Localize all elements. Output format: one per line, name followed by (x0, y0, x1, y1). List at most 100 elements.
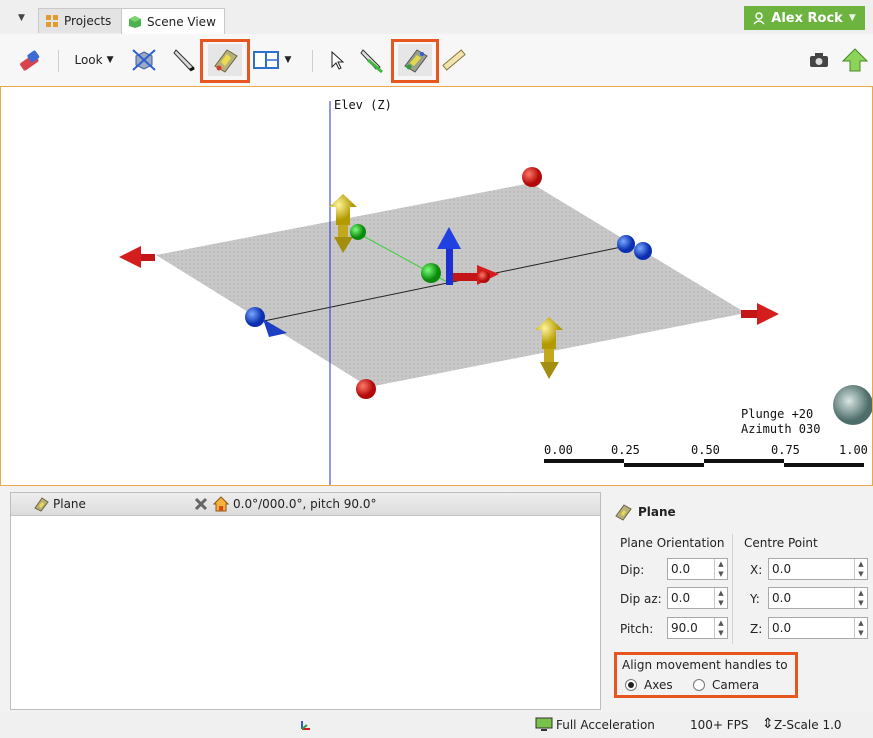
split-view-icon (252, 51, 279, 69)
scene-object-row[interactable]: Plane 0.0°/000.0°, pitch 90.0° (11, 493, 600, 516)
x-value: 0.0 (772, 562, 792, 576)
scene-objects-panel: Plane 0.0°/000.0°, pitch 90.0° (10, 492, 601, 710)
ruler-button[interactable] (438, 44, 468, 76)
tab-projects[interactable]: Projects (38, 8, 124, 33)
toolbar-separator (58, 50, 59, 72)
tab-menu-chevron-icon[interactable]: ▼ (18, 13, 25, 23)
dip-az-input[interactable]: 0.0 ▲ ▼ (667, 587, 728, 609)
plane-handle-button[interactable] (398, 44, 432, 76)
dip-input[interactable]: 0.0 ▲ ▼ (667, 558, 728, 580)
x-input[interactable]: 0.0 ▲ ▼ (768, 558, 868, 580)
z-value: 0.0 (772, 621, 792, 635)
scene-canvas[interactable]: Elev (Z) Plunge +20 Azimuth 030 0.00 0.2… (1, 87, 872, 485)
pointer-icon (331, 50, 345, 70)
centre-heading: Centre Point (744, 536, 818, 550)
toolbar: Look ▼ ▼ (0, 34, 873, 87)
align-label: Align movement handles to (622, 658, 788, 672)
look-dropdown[interactable]: Look ▼ (68, 44, 120, 76)
scale-label: 0.25 (611, 443, 640, 457)
plunge-text: Plunge +20 (741, 407, 813, 421)
plane-move-button[interactable] (208, 44, 242, 76)
status-bar: Full Acceleration 100+ FPS ⇕ Z-Scale 1.0 (0, 712, 873, 738)
scene-cube-icon (129, 15, 141, 28)
tab-scene-view[interactable]: Scene View (121, 8, 225, 34)
slice-knife-icon (173, 49, 195, 72)
look-chevron-icon: ▼ (106, 55, 114, 65)
user-menu-button[interactable]: Alex Rock ▼ (744, 6, 865, 30)
plane-object-icon (34, 497, 49, 512)
orientation-heading: Plane Orientation (620, 536, 725, 550)
object-orientation-text: 0.0°/000.0°, pitch 90.0° (233, 497, 377, 511)
scale-label: 0.00 (544, 443, 573, 457)
z-stepper-icon[interactable]: ▲ ▼ (854, 618, 867, 638)
pitch-value: 90.0 (671, 621, 698, 635)
tab-scene-view-label: Scene View (147, 14, 216, 29)
y-value: 0.0 (772, 591, 792, 605)
zscale-status[interactable]: Z-Scale 1.0 (774, 718, 842, 732)
look-label: Look (74, 53, 103, 67)
align-handles-group: Align movement handles to Axes Camera (614, 652, 798, 698)
acceleration-status: Full Acceleration (556, 718, 655, 732)
axes-indicator-icon (301, 721, 310, 730)
camera-icon (810, 53, 828, 67)
home-icon[interactable] (213, 496, 229, 512)
width-arrow-right[interactable] (741, 303, 779, 325)
scale-label: 0.75 (771, 443, 800, 457)
draw-line-button[interactable] (356, 44, 388, 76)
axes-radio[interactable] (625, 679, 637, 691)
split-view-chevron-icon: ▼ (284, 55, 292, 65)
screenshot-button[interactable] (806, 44, 832, 76)
plane-handle-icon (404, 49, 428, 73)
monitor-icon (535, 717, 553, 731)
dip-az-stepper-icon[interactable]: ▲ ▼ (714, 588, 727, 608)
corner-handle[interactable] (522, 167, 542, 187)
remove-x-icon[interactable] (194, 497, 208, 511)
dip-handle[interactable] (350, 224, 366, 240)
dip-az-value: 0.0 (671, 591, 691, 605)
upload-arrow-icon (842, 48, 868, 72)
camera-option-label: Camera (712, 678, 760, 692)
axes-option-label: Axes (644, 678, 673, 692)
x-label: X: (750, 563, 763, 577)
scale-bar: 0.00 0.25 0.50 0.75 1.00 (544, 443, 868, 467)
plane-icon (615, 504, 632, 521)
camera-radio[interactable] (693, 679, 705, 691)
scale-label: 1.00 (839, 443, 868, 457)
tab-projects-label: Projects (64, 14, 112, 28)
pitch-label: Pitch: (620, 622, 654, 636)
scale-label: 0.50 (691, 443, 720, 457)
slice-knife-button[interactable] (168, 44, 200, 76)
cube-axes-button[interactable] (128, 44, 160, 76)
z-label: Z: (750, 622, 763, 636)
upload-button[interactable] (840, 44, 870, 76)
y-input[interactable]: 0.0 ▲ ▼ (768, 587, 868, 609)
object-name: Plane (53, 497, 86, 511)
zscale-arrows-icon: ⇕ (762, 716, 774, 732)
x-stepper-icon[interactable]: ▲ ▼ (854, 559, 867, 579)
user-name: Alex Rock (771, 10, 843, 26)
corner-handle[interactable] (356, 379, 376, 399)
dip-label: Dip: (620, 563, 645, 577)
fps-status: 100+ FPS (690, 718, 749, 732)
pointer-button[interactable] (322, 44, 352, 76)
width-arrow-left[interactable] (119, 246, 155, 268)
column-divider (732, 534, 733, 644)
draw-line-icon (360, 49, 383, 74)
user-chevron-icon: ▼ (848, 13, 856, 23)
person-icon (753, 11, 765, 24)
dip-stepper-icon[interactable]: ▲ ▼ (714, 559, 727, 579)
toolbar-separator (312, 50, 313, 72)
dip-az-label: Dip az: (620, 592, 662, 606)
ruler-icon (442, 49, 466, 71)
pitch-input[interactable]: 90.0 ▲ ▼ (667, 617, 728, 639)
eraser-button[interactable] (14, 44, 44, 76)
azimuth-text: Azimuth 030 (741, 422, 820, 436)
z-input[interactable]: 0.0 ▲ ▼ (768, 617, 868, 639)
dip-value: 0.0 (671, 562, 691, 576)
scene-viewport[interactable]: Elev (Z) Plunge +20 Azimuth 030 0.00 0.2… (0, 86, 873, 486)
split-view-dropdown[interactable]: ▼ (248, 44, 296, 76)
orientation-sphere[interactable] (833, 385, 872, 425)
pitch-stepper-icon[interactable]: ▲ ▼ (714, 618, 727, 638)
y-stepper-icon[interactable]: ▲ ▼ (854, 588, 867, 608)
tab-bar: ▼ Projects Scene View Alex Rock ▼ (0, 0, 873, 34)
